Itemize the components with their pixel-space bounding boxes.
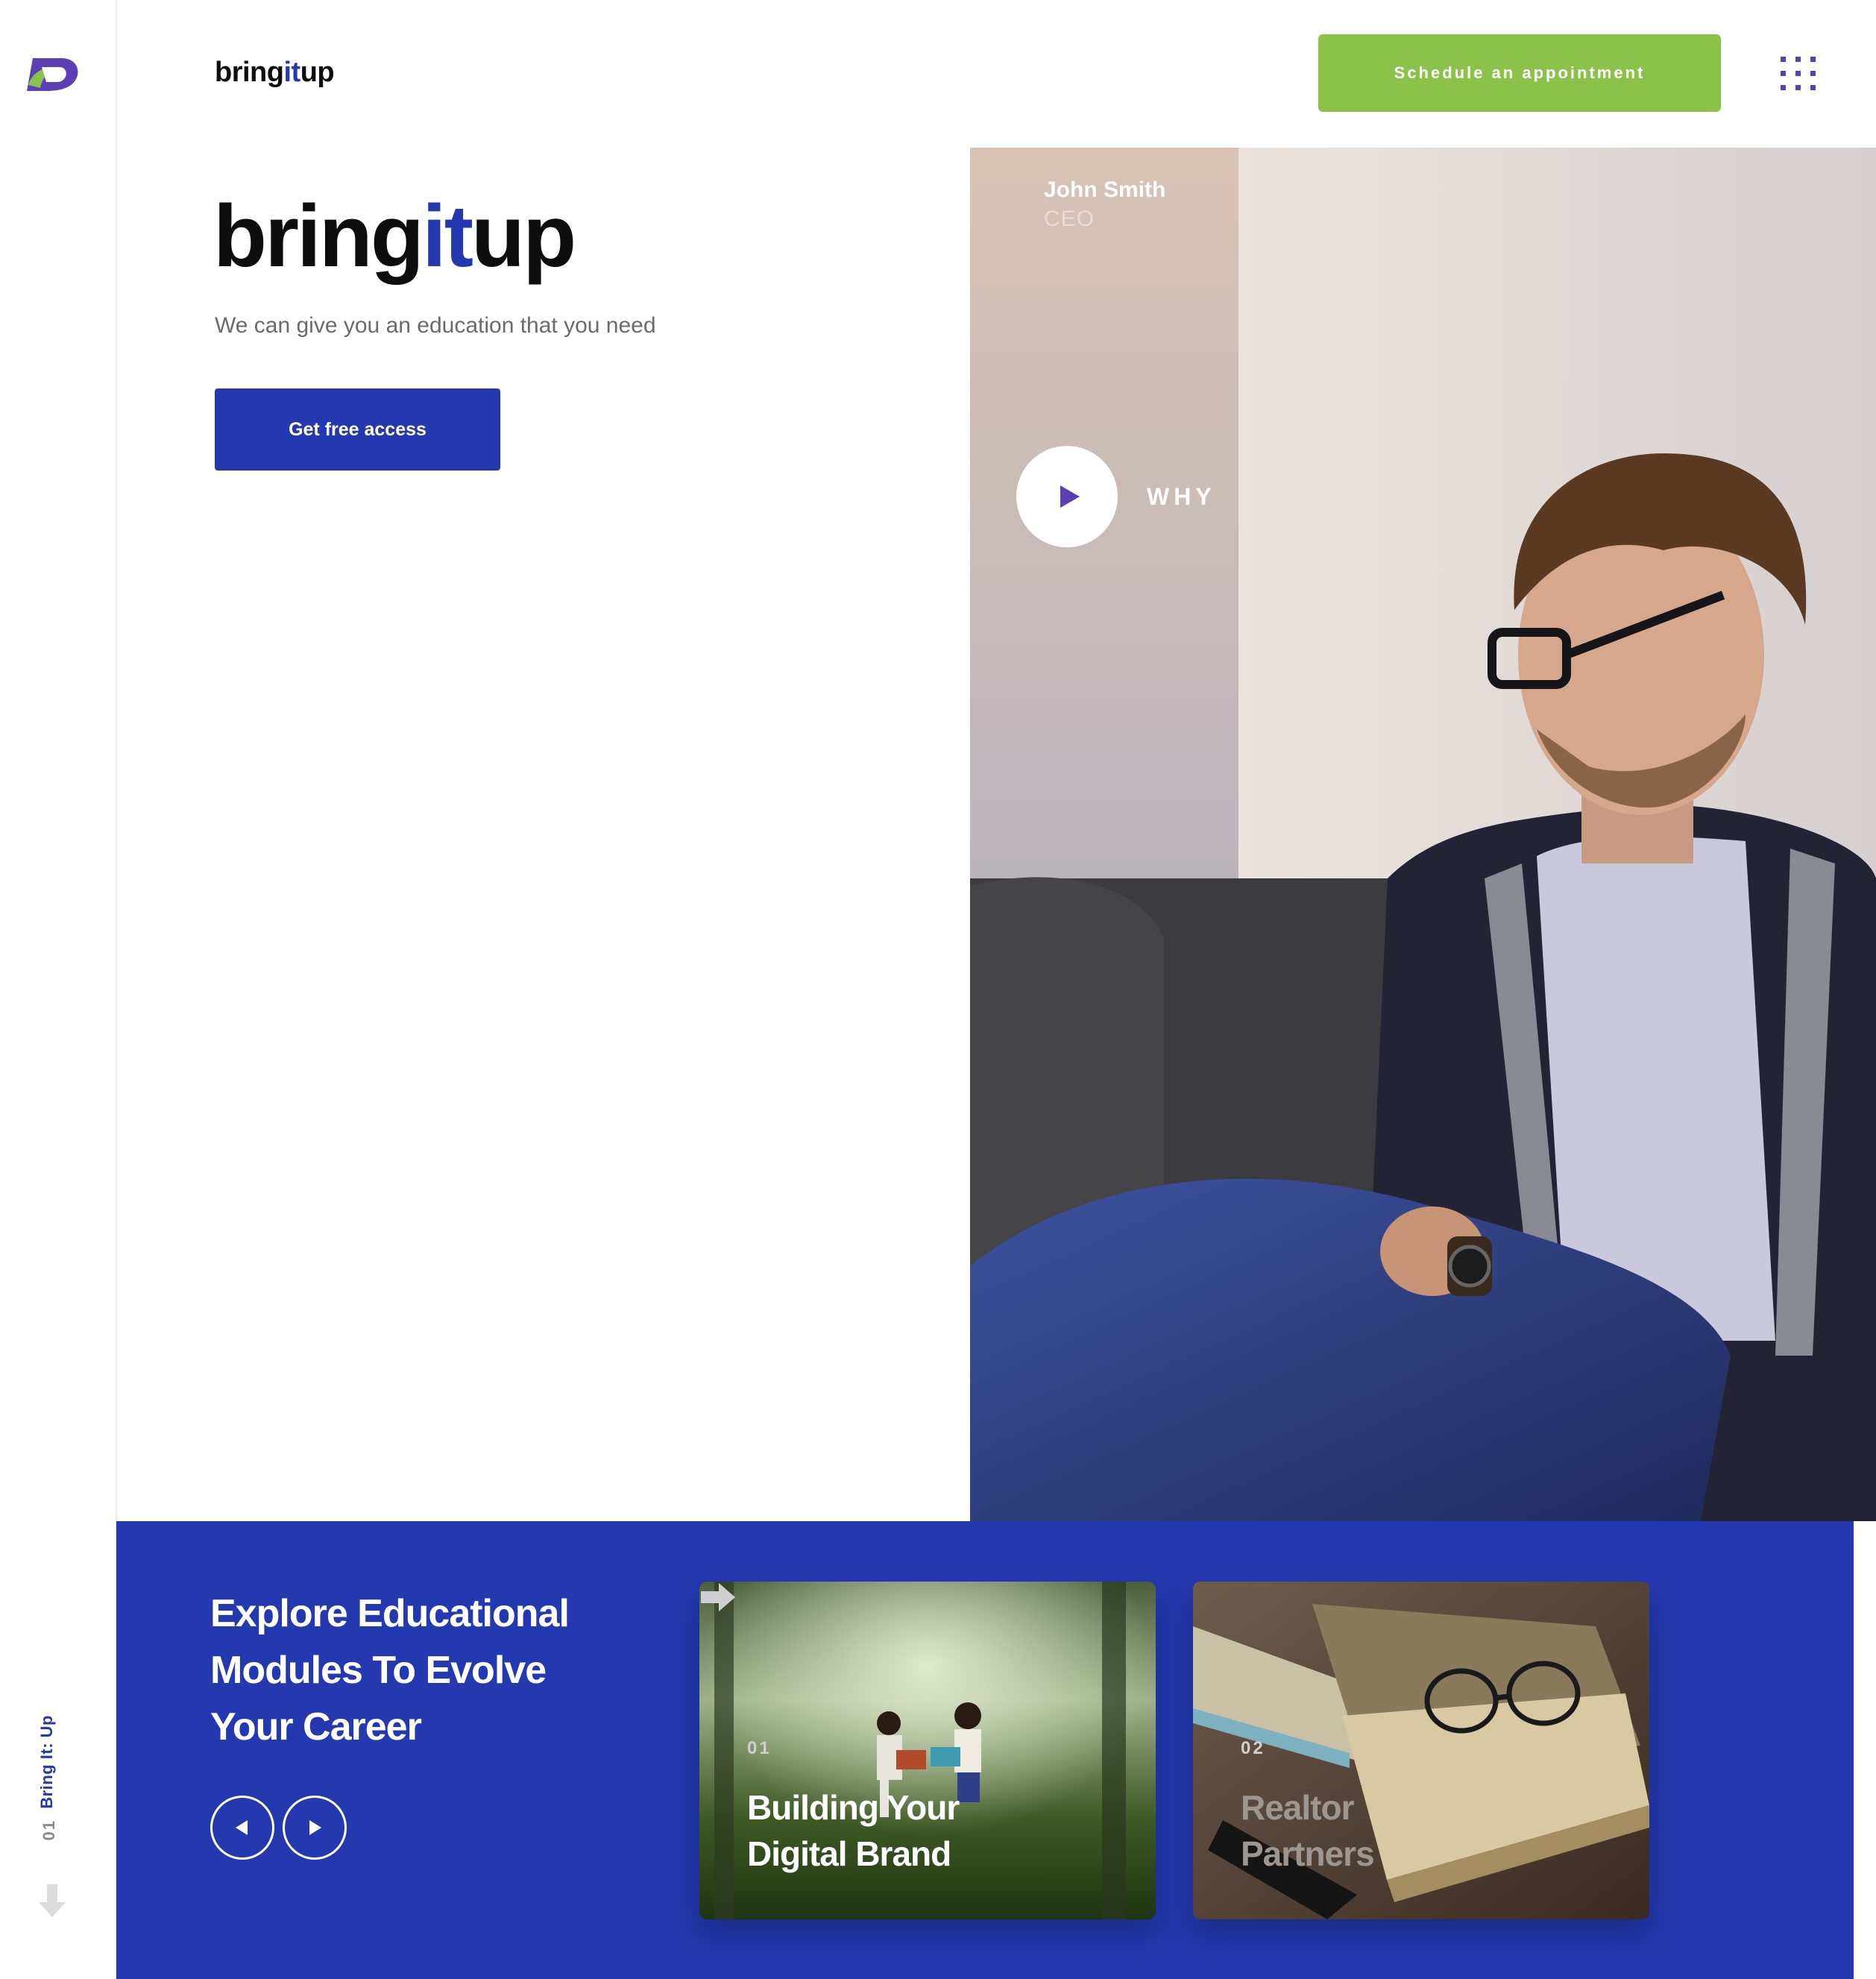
brand-part: bring bbox=[213, 187, 424, 286]
person-name: John Smith bbox=[1044, 177, 1166, 202]
brand-part: up bbox=[300, 57, 335, 88]
grid-menu-icon[interactable] bbox=[1781, 57, 1816, 91]
brand-part: up bbox=[471, 187, 576, 286]
card-title-line: Realtor bbox=[1241, 1788, 1354, 1827]
person-illustration bbox=[970, 148, 1876, 1521]
why-label: WHY bbox=[1147, 483, 1216, 510]
header-brand[interactable]: bringitup bbox=[215, 57, 335, 89]
brand-part: bring bbox=[215, 57, 284, 88]
heading-line: Your Career bbox=[210, 1705, 422, 1749]
slide-number-text: 01 bbox=[40, 1819, 58, 1841]
hero-photo bbox=[970, 148, 1876, 1521]
module-card-2[interactable]: 02 Realtor Partners bbox=[1193, 1582, 1649, 1919]
card-number: 02 bbox=[1241, 1738, 1265, 1758]
heading-line: Explore Educational bbox=[210, 1592, 570, 1635]
heading-line: Modules To Evolve bbox=[210, 1649, 547, 1692]
brand-part-highlight: it bbox=[421, 187, 473, 286]
chevron-left-icon bbox=[236, 1820, 248, 1835]
arrow-right-icon[interactable] bbox=[699, 1582, 737, 1613]
person-role: CEO bbox=[1044, 207, 1095, 231]
modules-heading: Explore Educational Modules To Evolve Yo… bbox=[210, 1585, 628, 1755]
sidebar-title: Bring It: Up bbox=[37, 1715, 67, 1809]
hero-brand: bringitup bbox=[213, 192, 576, 280]
card-title: Building Your Digital Brand bbox=[747, 1784, 1060, 1877]
arrow-down-icon[interactable] bbox=[37, 1883, 67, 1919]
left-rail: Bring It: Up 01 bbox=[0, 0, 117, 1979]
sidebar-title-text: Bring It: Up bbox=[37, 1715, 56, 1809]
schedule-appointment-button[interactable]: Schedule an appointment bbox=[1318, 34, 1721, 112]
card-title: Realtor Partners bbox=[1241, 1784, 1554, 1877]
card-title-line: Digital Brand bbox=[747, 1834, 951, 1873]
hero-tagline: We can give you an education that you ne… bbox=[215, 313, 656, 338]
logo-icon[interactable] bbox=[25, 52, 82, 97]
chevron-right-icon bbox=[309, 1820, 321, 1835]
card-title-line: Partners bbox=[1241, 1834, 1375, 1873]
carousel-next-button[interactable] bbox=[283, 1796, 347, 1860]
card-title-line: Building Your bbox=[747, 1788, 960, 1827]
module-card-1[interactable]: 01 Building Your Digital Brand bbox=[699, 1582, 1156, 1919]
carousel-prev-button[interactable] bbox=[210, 1796, 274, 1860]
get-free-access-button[interactable]: Get free access bbox=[215, 388, 500, 471]
brand-part-highlight: it bbox=[283, 57, 300, 88]
play-video-button[interactable] bbox=[1016, 446, 1118, 547]
card-number: 01 bbox=[747, 1738, 772, 1758]
play-icon bbox=[1060, 485, 1080, 508]
